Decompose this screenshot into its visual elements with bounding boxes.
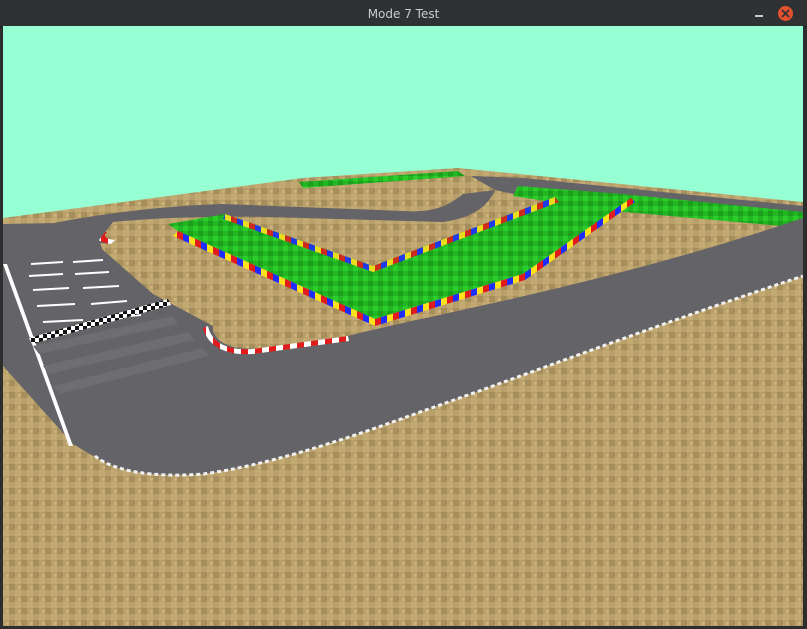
- minimize-icon: [754, 15, 763, 17]
- mode7-scene: [3, 26, 803, 626]
- window-title: Mode 7 Test: [367, 7, 440, 21]
- game-viewport[interactable]: [3, 26, 803, 626]
- title-bar[interactable]: Mode 7 Test: [0, 0, 807, 27]
- close-icon: [781, 9, 790, 18]
- minimize-button[interactable]: [751, 6, 766, 21]
- close-button[interactable]: [778, 6, 793, 21]
- app-window: Mode 7 Test: [0, 0, 807, 629]
